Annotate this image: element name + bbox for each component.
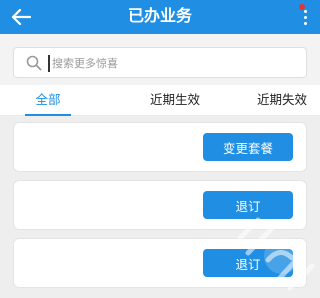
search-icon bbox=[26, 55, 42, 71]
tab-recently-expired[interactable]: 近期失效 bbox=[232, 85, 320, 116]
notification-dot bbox=[299, 4, 305, 10]
text-cursor bbox=[48, 55, 50, 72]
more-vertical-icon bbox=[303, 9, 307, 13]
search-input[interactable] bbox=[52, 52, 292, 74]
back-button[interactable] bbox=[8, 5, 34, 29]
change-plan-button[interactable]: 变更套餐 bbox=[203, 133, 293, 161]
unsubscribe-button[interactable]: 退订 bbox=[203, 249, 293, 277]
tab-recently-effective[interactable]: 近期生效 bbox=[125, 85, 225, 116]
service-card: 变更套餐 bbox=[13, 122, 307, 172]
tab-active-indicator bbox=[25, 114, 71, 116]
service-card: 退订 bbox=[13, 180, 307, 230]
tab-all[interactable]: 全部 bbox=[18, 85, 78, 116]
unsubscribe-button[interactable]: 退订 bbox=[203, 191, 293, 219]
tab-bar: 全部 近期生效 近期失效 bbox=[0, 85, 320, 116]
page-title: 已办业务 bbox=[127, 6, 192, 25]
app-header: 已办业务 bbox=[0, 0, 320, 34]
arrow-left-icon bbox=[11, 9, 31, 25]
service-card: 退订 bbox=[13, 238, 307, 288]
search-bar[interactable] bbox=[13, 47, 307, 78]
search-area bbox=[0, 34, 320, 85]
